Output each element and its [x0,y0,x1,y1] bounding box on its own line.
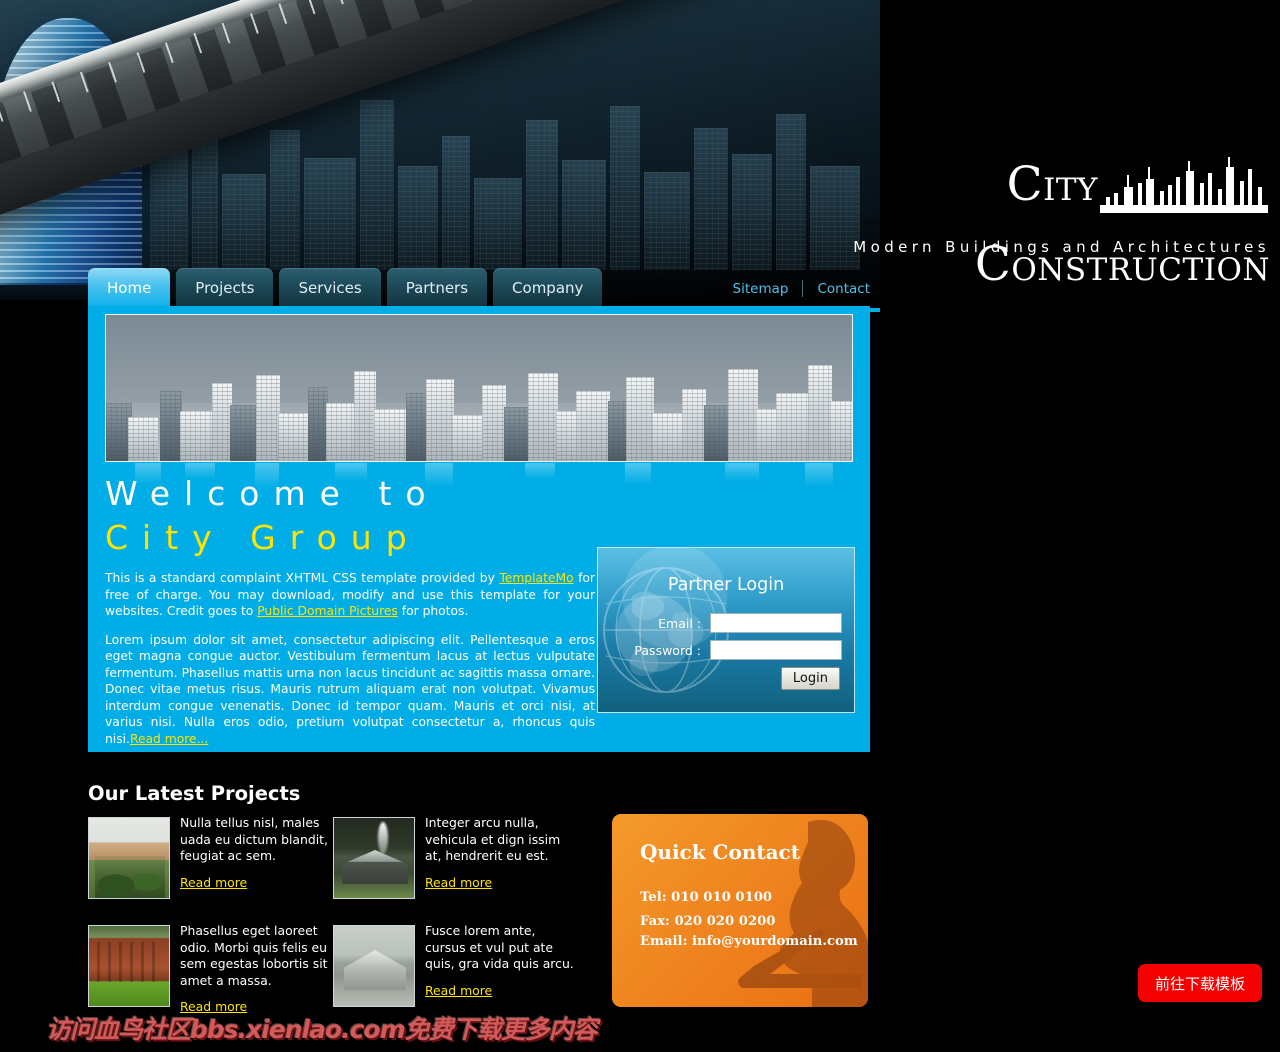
welcome-heading-line2: City Group [105,518,421,557]
project-thumbnail-4[interactable] [333,925,415,1007]
link-contact[interactable]: Contact [817,281,870,297]
page-root: CITY CONSTRUCTION Modern Buildings and A… [0,0,1280,1052]
login-email-input[interactable] [710,613,842,633]
login-email-label: Email : [658,615,701,631]
partner-login-box: Partner Login Email : Password : Login [597,547,855,713]
login-password-row: Password : [610,640,846,660]
link-sitemap[interactable]: Sitemap [733,281,789,297]
intro-paragraph-1: This is a standard complaint XHTML CSS t… [105,570,595,620]
hero-cityscape-image [105,314,853,462]
project-read-more-2[interactable]: Read more [425,875,492,890]
link-public-domain-pictures[interactable]: Public Domain Pictures [257,604,398,618]
link-templatemo[interactable]: TemplateMo [499,571,573,585]
login-submit-button[interactable]: Login [780,667,840,690]
intro-p2-text: Lorem ipsum dolor sit amet, consectetur … [105,632,595,746]
hero-city-buildings [106,365,852,461]
tab-projects[interactable]: Projects [176,268,274,308]
login-password-input[interactable] [710,640,842,660]
nav-tabs: Home Projects Services Partners Company [88,268,603,308]
login-email-row: Email : [610,613,846,633]
download-template-button[interactable]: 前往下载模板 [1138,964,1262,1002]
tab-company[interactable]: Company [493,268,603,308]
tab-services[interactable]: Services [279,268,381,308]
project-text-3: Phasellus eget laoreet odio. Morbi quis … [180,923,330,1015]
project-desc-3: Phasellus eget laoreet odio. Morbi quis … [180,923,328,988]
project-desc-1: Nulla tellus nisl, males uada eu dictum … [180,815,328,864]
project-desc-2: Integer arcu nulla, vehicula et dign iss… [425,815,561,864]
nav-separator [802,280,804,297]
intro-text-column: This is a standard complaint XHTML CSS t… [105,570,595,752]
login-password-label: Password : [634,642,701,658]
login-title: Partner Login [667,575,785,595]
project-text-2: Integer arcu nulla, vehicula et dign iss… [425,815,575,891]
projects-heading: Our Latest Projects [88,782,301,805]
quick-contact-email: Email: info@yourdomain.com [640,934,858,949]
site-logo[interactable]: CITY CONSTRUCTION [850,155,1270,288]
project-thumbnail-1[interactable] [88,817,170,899]
project-thumbnail-2[interactable] [333,817,415,899]
quick-contact-tel: Tel: 010 010 0100 [640,890,773,905]
main-content-panel: Welcome to City Group This is a standard… [88,306,870,752]
intro-paragraph-2: Lorem ipsum dolor sit amet, consectetur … [105,632,595,748]
project-read-more-4[interactable]: Read more [425,983,492,998]
site-watermark-text: 访问血鸟社区bbs.xienlao.com免费下载更多内容 [46,1015,598,1044]
header-hero-photo [0,0,880,300]
project-read-more-1[interactable]: Read more [180,875,247,890]
intro-p1-pre: This is a standard complaint XHTML CSS t… [105,571,500,585]
link-read-more-intro[interactable]: Read more... [130,732,208,746]
quick-contact-box: Quick Contact Tel: 010 010 0100 Fax: 020… [612,814,868,1007]
quick-contact-fax: Fax: 020 020 0200 [640,914,776,929]
tab-home[interactable]: Home [88,268,171,308]
quick-contact-title: Quick Contact [640,840,800,864]
welcome-heading-line1: Welcome to [105,474,440,513]
tab-partners[interactable]: Partners [386,268,488,308]
intro-p1-post: for photos. [397,604,469,618]
nav-utility-links: Sitemap Contact [733,280,870,297]
project-text-1: Nulla tellus nisl, males uada eu dictum … [180,815,330,891]
project-desc-4: Fusce lorem ante, cursus et vul put ate … [425,923,574,972]
project-text-4: Fusce lorem ante, cursus et vul put ate … [425,923,575,999]
site-tagline: Modern Buildings and Architectures [853,238,1270,256]
project-thumbnail-3[interactable] [88,925,170,1007]
